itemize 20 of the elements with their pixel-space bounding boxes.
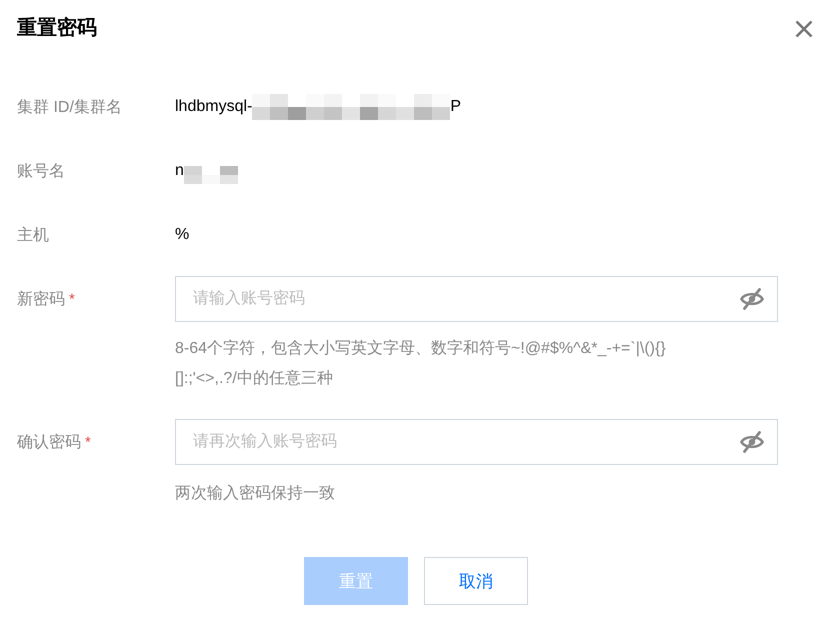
hint-text: 两次输入密码保持一致 xyxy=(175,484,335,504)
field-label: 主机 xyxy=(17,226,49,246)
field-value: n xyxy=(175,162,184,180)
required-mark: * xyxy=(69,290,75,308)
close-icon xyxy=(795,20,813,38)
eye-slash-icon[interactable] xyxy=(740,288,764,310)
hint-text: 8-64个字符，包含大小写英文字母、数字和符号~!@#$%^&*_-+=`|\(){}[]:;'<>,.?/中的任意三种 xyxy=(175,338,667,389)
field-label: 集群 ID/集群名 xyxy=(17,98,122,118)
cancel-button[interactable]: 取消 xyxy=(424,557,528,605)
password-input[interactable]: 请再次输入账号密码 xyxy=(175,419,778,465)
field-value: P xyxy=(450,98,462,116)
password-input[interactable]: 请输入账号密码 xyxy=(175,276,778,322)
field-value: % xyxy=(175,226,190,244)
field-label: 账号名 xyxy=(17,162,65,182)
field-label: 新密码 xyxy=(17,290,65,310)
field-label: 确认密码 xyxy=(17,432,81,452)
field-value: lhdbmysql- xyxy=(175,98,252,116)
required-mark: * xyxy=(85,434,91,450)
eye-slash-icon[interactable] xyxy=(740,431,764,453)
dialog-title: 重置密码 xyxy=(17,16,97,41)
